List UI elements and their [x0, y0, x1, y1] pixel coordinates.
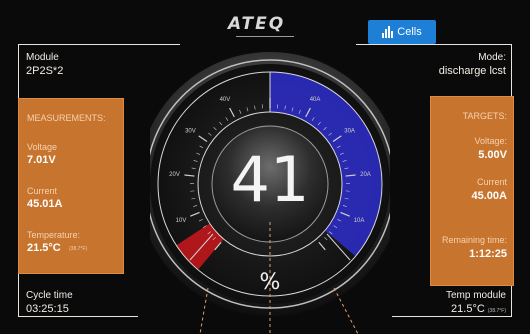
gauge-value: 41 — [230, 143, 310, 216]
tick-label: 20V — [169, 172, 180, 178]
gauge-unit: % — [259, 270, 281, 295]
temp-module-value: 21.5°C (38.7°F) — [451, 303, 506, 317]
tick-label: 10V — [176, 218, 187, 224]
left-frame-bottom — [18, 316, 138, 317]
tick-label: 40V — [220, 97, 231, 103]
measurements-title: MEASUREMENTS: — [27, 113, 106, 123]
temp-module-note: (38.7°F) — [487, 308, 506, 314]
cycle-time-value: 03:25:15 — [26, 303, 69, 315]
target-voltage-label: Voltage: — [474, 136, 507, 146]
voltage-value: 7.01V — [27, 154, 56, 166]
temp-module-reading: 21.5°C — [451, 303, 485, 315]
tick-label: 30A — [344, 128, 355, 134]
current-value: 45.01A — [27, 198, 63, 210]
tick-label: 10A — [354, 218, 365, 224]
target-voltage-value: 5.00V — [478, 149, 507, 161]
cycle-time-label: Cycle time — [26, 290, 73, 301]
targets-panel: TARGETS: Voltage: 5.00V Current 45.00A R… — [430, 96, 514, 286]
module-value: 2P2S*2 — [26, 65, 64, 77]
module-label: Module — [26, 52, 59, 63]
current-label: Current — [27, 186, 58, 196]
temperature-note: (38.7°F) — [69, 246, 88, 252]
remaining-time-value: 1:12:25 — [469, 248, 507, 260]
tick-label: 30V — [185, 128, 196, 134]
tick-label: 20A — [360, 172, 371, 178]
cells-button-label: Cells — [397, 26, 422, 38]
mode-value: discharge lcst — [438, 65, 506, 77]
tick-label: 40A — [310, 97, 321, 103]
voltage-label: Voltage — [27, 142, 58, 152]
temperature-label: Temperature: — [27, 230, 81, 240]
temp-module-label: Temp module — [445, 290, 506, 301]
targets-title: TARGETS: — [462, 111, 507, 121]
target-current-label: Current — [476, 177, 507, 187]
ateq-logo: ATEQ — [228, 14, 286, 34]
mode-label: Mode: — [478, 52, 506, 63]
measurements-panel: MEASUREMENTS: Voltage 7.01V Current 45.0… — [18, 98, 124, 274]
remaining-time-label: Remaining time: — [441, 235, 507, 245]
temperature-value: 21.5°C — [27, 242, 61, 254]
target-current-value: 45.00A — [471, 190, 507, 202]
